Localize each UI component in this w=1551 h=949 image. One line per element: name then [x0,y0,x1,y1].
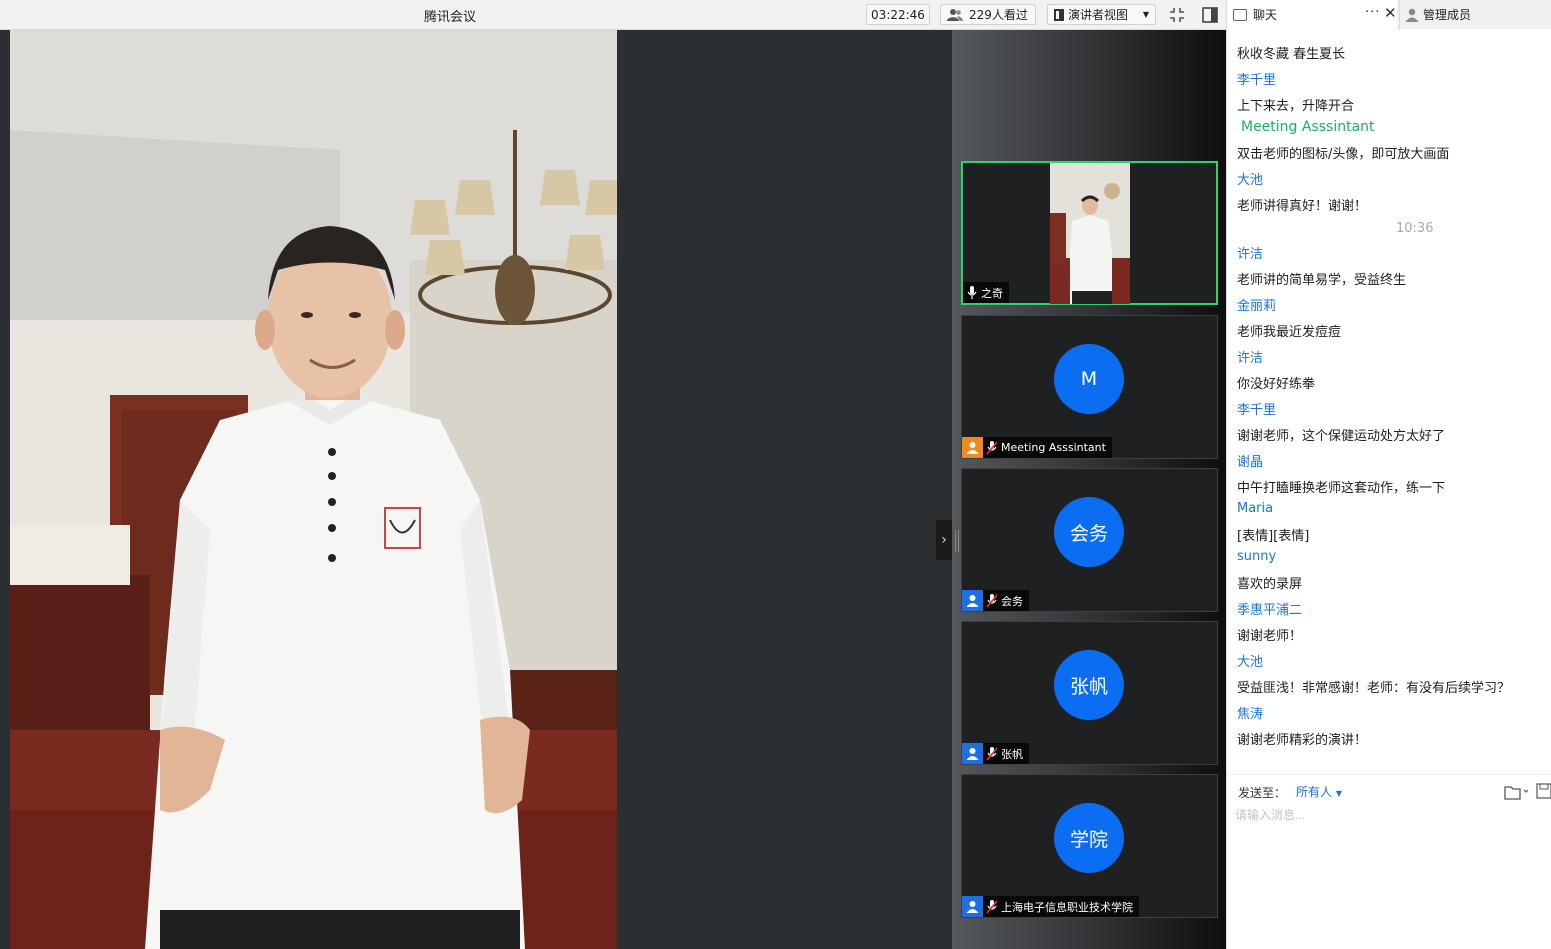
participant-name: 上海电子信息职业技术学院 [1001,900,1133,914]
more-icon[interactable]: ··· [1365,5,1380,20]
message-input[interactable] [1235,805,1535,825]
message-sender: sunny [1237,549,1277,564]
speaker-video-feed [10,30,617,949]
send-to-label: 发送至： [1238,786,1287,800]
message-text: 老师我最近发痘痘 [1237,325,1342,340]
tab-manage-members[interactable]: 管理成员 [1399,0,1551,29]
participant-name-tag: 上海电子信息职业技术学院 [962,896,1139,917]
message-text: 谢谢老师，这个保健运动处方太好了 [1237,429,1446,444]
chat-bubble-icon [1233,8,1247,21]
close-icon[interactable]: ✕ [1384,4,1397,22]
speaker-view-icon [1054,8,1064,21]
participant-name: Meeting Asssintant [1001,441,1106,454]
participant-name: 会务 [1001,594,1023,608]
message-text: 上下来去，升降开合 [1237,99,1355,114]
sidebar-toggle-icon[interactable] [1200,5,1220,25]
participant-name-tag: Meeting Asssintant [962,437,1112,458]
exit-fullscreen-icon[interactable] [1167,5,1187,25]
message-text: [表情][表情] [1237,529,1310,544]
message-sender: Meeting Asssintant [1241,119,1375,135]
chevron-right-icon: › [941,532,947,548]
message-text: 谢谢老师精彩的演讲！ [1237,733,1368,748]
viewers-count: 229人看过 [969,8,1028,22]
microphone-icon [963,282,981,303]
user-icon [962,590,983,611]
message-sender: 金丽莉 [1237,299,1277,314]
participant-name: 张帆 [1001,747,1023,761]
caret-down-icon: ▼ [1335,789,1342,798]
person-icon [1405,8,1419,22]
message-text: 老师讲得真好！谢谢！ [1237,199,1368,214]
message-text: 双击老师的图标/头像，即可放大画面 [1237,147,1450,162]
message-text: 老师讲的简单易学，受益终生 [1237,273,1407,288]
meeting-timer: 03:22:46 [866,4,930,25]
participant-name-tag: 张帆 [962,743,1029,764]
user-icon [962,437,983,458]
tab-members-label: 管理成员 [1423,8,1472,22]
send-to-value: 所有人 [1296,785,1333,799]
view-mode-dropdown[interactable]: 演讲者视图 ▼ [1047,4,1156,25]
participant-tile[interactable]: 张帆 张帆 [961,621,1218,765]
message-sender: 焦涛 [1237,707,1264,722]
send-file-icon[interactable] [1503,783,1529,801]
message-sender: Maria [1237,501,1274,516]
participant-video-thumbnail [1050,163,1130,304]
participant-name-tag: 之奇 [963,282,1009,303]
view-mode-label: 演讲者视图 [1068,8,1129,22]
participant-name: 之奇 [981,286,1003,300]
video-stage [0,30,952,949]
message-sender: 李千里 [1237,73,1277,88]
message-sender: 季惠平浦二 [1237,603,1303,618]
microphone-muted-icon [983,437,1001,458]
message-text: 你没好好练拳 [1237,377,1316,392]
tab-chat-label: 聊天 [1253,8,1278,22]
message-sender: 谢晶 [1237,455,1264,470]
participant-tile[interactable]: 学院 上海电子信息职业技术学院 [961,774,1218,918]
send-to-dropdown[interactable]: 所有人 ▼ [1296,783,1342,800]
message-text: 谢谢老师！ [1237,629,1303,644]
message-list[interactable]: 秋收冬藏 春生夏长 李千里 上下来去，升降开合 Meeting Asssintant 双… [1227,29,1551,774]
message-text: 受益匪浅！非常感谢！老师：有没有后续学习？ [1237,681,1511,696]
avatar: M [1054,344,1124,414]
user-icon [962,743,983,764]
message-sender: 许洁 [1237,247,1264,262]
save-chat-icon[interactable] [1536,782,1551,800]
microphone-muted-icon [983,590,1001,611]
message-sender: 许洁 [1237,351,1264,366]
message-text: 中午打瞌睡换老师这套动作，练一下 [1237,481,1446,496]
participant-tile-active[interactable]: 之奇 [961,161,1218,305]
avatar: 学院 [1054,803,1124,873]
message-sender: 李千里 [1237,403,1277,418]
message-text: 喜欢的录屏 [1237,577,1303,592]
avatar: 会务 [1054,497,1124,567]
viewers-button[interactable]: 229人看过 [940,4,1036,25]
main-video[interactable] [10,30,617,949]
app-title: 腾讯会议 [423,10,476,25]
participant-name-tag: 会务 [962,590,1029,611]
microphone-muted-icon [983,896,1001,917]
participant-tile[interactable]: 会务 会务 [961,468,1218,612]
resize-handle[interactable] [955,530,959,552]
message-sender: 大池 [1237,655,1264,670]
participant-tile[interactable]: M Meeting Asssintant [961,315,1218,459]
people-icon [947,8,963,21]
tab-chat[interactable]: 聊天 ··· ✕ [1227,0,1397,29]
collapse-strip-button[interactable]: › [936,520,952,560]
user-icon [962,896,983,917]
message-text: 秋收冬藏 春生夏长 [1237,47,1346,62]
chat-panel: 聊天 ··· ✕ 管理成员 秋收冬藏 春生夏长 李千里 上下来去，升降开合 Meeti… [1226,0,1551,949]
microphone-muted-icon [983,743,1001,764]
chat-tabs: 聊天 ··· ✕ 管理成员 [1227,0,1551,29]
caret-down-icon: ▼ [1142,10,1149,19]
compose-area: 发送至： 所有人 ▼ [1227,774,1551,949]
avatar: 张帆 [1054,650,1124,720]
top-bar: 腾讯会议 03:22:46 229人看过 演讲者视图 ▼ [0,0,1226,30]
message-timestamp: 10:36 [1396,221,1434,236]
message-sender: 大池 [1237,173,1264,188]
